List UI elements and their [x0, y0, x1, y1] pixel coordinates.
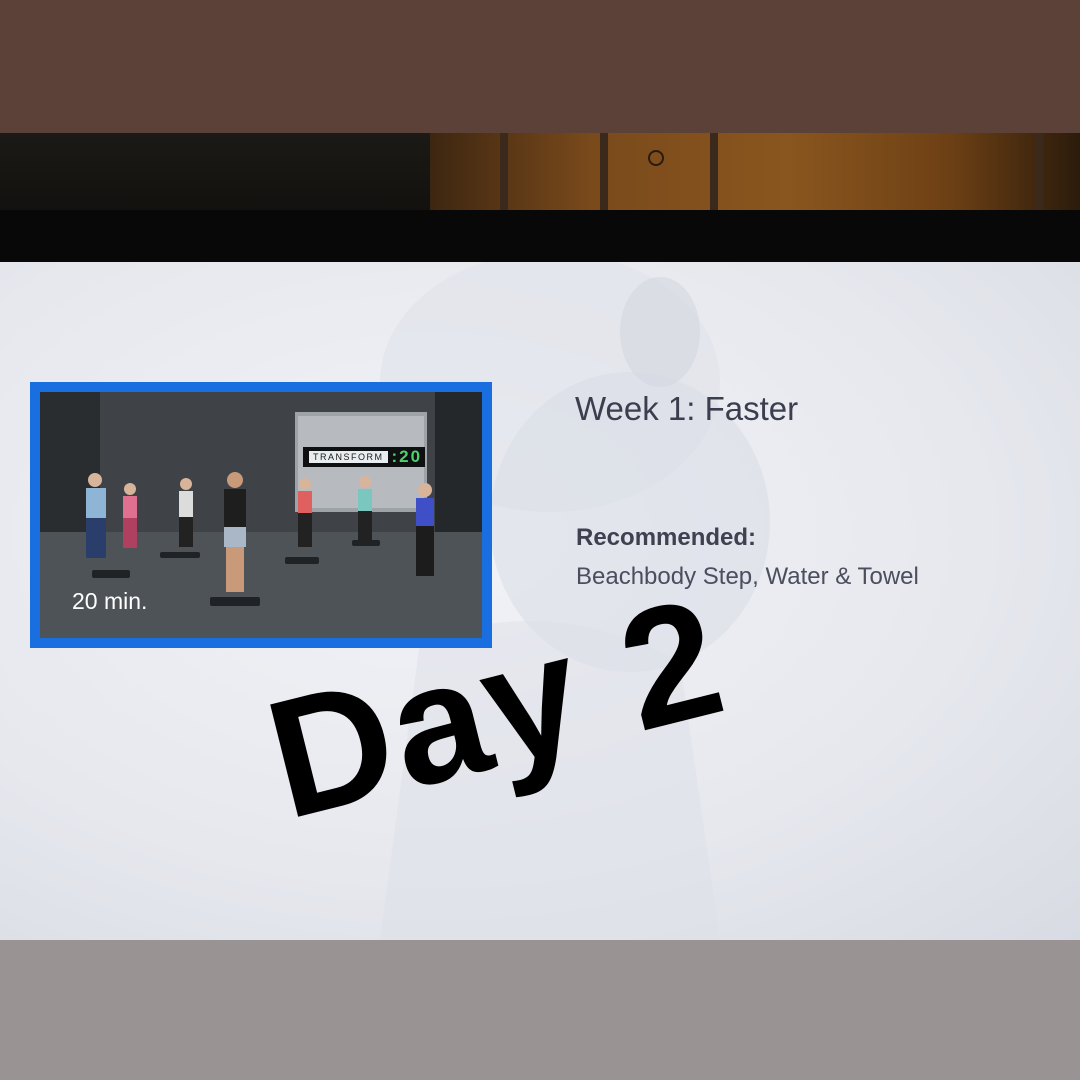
- workout-thumbnail-card[interactable]: TRANSFORM :20 20 min.: [30, 382, 492, 648]
- photo-bottom-frame: [0, 940, 1080, 1080]
- room-window: [430, 133, 1080, 210]
- duration-label: 20 min.: [72, 588, 148, 614]
- window-frame-bar: [500, 133, 508, 210]
- workout-title: Week 1: Faster: [575, 390, 799, 427]
- workout-thumbnail: TRANSFORM :20 20 min.: [40, 392, 482, 638]
- window-frame-bar: [600, 133, 608, 210]
- photo-top-frame: [0, 0, 1080, 133]
- recommended-label: Recommended:: [576, 524, 757, 551]
- window-frame-bar: [1035, 133, 1043, 210]
- window-knob: [648, 150, 664, 166]
- program-logo-sign: TRANSFORM :20: [303, 447, 425, 467]
- program-logo-text: TRANSFORM: [309, 451, 388, 463]
- program-logo-number: :20: [391, 447, 423, 466]
- tv-bezel: [0, 210, 1080, 262]
- window-frame-bar: [710, 133, 718, 210]
